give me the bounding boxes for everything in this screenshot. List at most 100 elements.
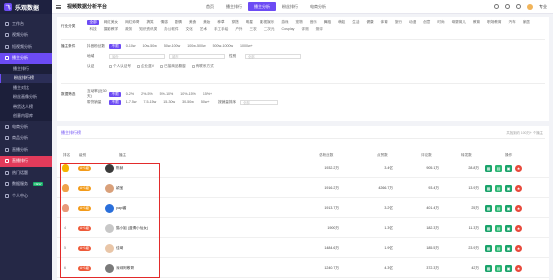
fans-chip[interactable]: 50w-100w — [161, 44, 182, 49]
sidebar-item-live[interactable]: 直播分析 — [0, 144, 52, 156]
sidebar-sub-5[interactable]: 创意内容库 — [0, 111, 52, 121]
sidebar-item-topics[interactable]: 热门话题 — [0, 167, 52, 179]
industry-chip[interactable]: 动漫 — [407, 20, 419, 25]
ratio-chip[interactable]: 15%+ — [200, 92, 214, 97]
top-nav-item[interactable]: 电商分析 — [304, 2, 332, 11]
column-header[interactable]: 点赞数 — [377, 153, 388, 158]
user-name[interactable]: 专业 — [539, 4, 547, 10]
industry-chip[interactable]: 二次元 — [261, 27, 277, 32]
checkbox-window[interactable]: 已接商品橱窗 — [160, 64, 186, 69]
detail-button[interactable]: ▣ — [505, 224, 512, 232]
checkbox-bluev[interactable]: 企业蓝V — [136, 64, 154, 69]
favorite-button[interactable]: ★ — [515, 264, 522, 272]
industry-chip[interactable]: 体育 — [378, 20, 390, 25]
industry-chip[interactable]: 明星 — [243, 20, 255, 25]
column-header[interactable]: 评论数 — [421, 153, 432, 158]
growth-chip[interactable]: 15-30w — [161, 100, 178, 105]
industry-chip[interactable]: 测评 — [313, 27, 325, 32]
industry-chip[interactable]: 摄影教学 — [101, 27, 120, 32]
logo[interactable]: 飞 乐观数据 — [0, 0, 52, 14]
ratio-chip[interactable]: 0-2% — [123, 92, 136, 97]
province-select[interactable]: 省份 — [109, 54, 165, 59]
industry-chip[interactable]: 网红帅哥 — [123, 20, 142, 25]
industry-chip[interactable]: 时尚 — [435, 20, 447, 25]
favorite-button[interactable]: ★ — [515, 204, 522, 212]
chart-button[interactable]: ▦ — [485, 164, 492, 172]
ratio-chip[interactable]: 5%-10% — [157, 92, 176, 97]
chart-button[interactable]: ▦ — [485, 224, 492, 232]
sidebar-item-data-service[interactable]: 数据服务 NEW — [0, 179, 52, 191]
industry-chip[interactable]: 影视娱乐 — [257, 20, 276, 25]
industry-chip[interactable]: 职场教育 — [485, 20, 504, 25]
compare-button[interactable]: ▤ — [495, 164, 502, 172]
chart-button[interactable]: ▦ — [485, 204, 492, 212]
industry-chip[interactable]: 宠物 — [293, 20, 305, 25]
bell-icon[interactable] — [516, 4, 521, 9]
gender-select[interactable]: 全部 — [245, 54, 301, 59]
industry-chip[interactable]: 家居 — [520, 20, 532, 25]
chart-button[interactable]: ▦ — [485, 264, 492, 272]
sidebar-item-creator[interactable]: 播主分析 — [0, 52, 52, 64]
chart-button[interactable]: ▦ — [485, 244, 492, 252]
column-header[interactable]: 总粉丝数 — [319, 153, 333, 158]
industry-chip[interactable]: 母婴育儿 — [449, 20, 468, 25]
industry-chip[interactable]: 教育 — [470, 20, 482, 25]
sidebar-item-goods[interactable]: 商品分析 — [0, 133, 52, 145]
sidebar-item-workbench[interactable]: 工作台 — [0, 18, 52, 30]
industry-chip[interactable]: 手工手绘 — [211, 27, 230, 32]
industry-chip[interactable]: 剧情 — [172, 20, 184, 25]
sidebar-item-short-video[interactable]: 短视频分析 — [0, 41, 52, 53]
checkbox-personal[interactable]: 个人认证号 — [109, 64, 131, 69]
industry-chip[interactable]: 全部 — [87, 20, 100, 25]
growth-chip[interactable]: 不限 — [109, 100, 122, 105]
industry-chip[interactable]: 户外 — [233, 27, 245, 32]
industry-chip[interactable]: 穿搭 — [229, 20, 241, 25]
checkbox-contact[interactable]: 有联系方式 — [191, 64, 214, 69]
chart-button[interactable]: ▦ — [485, 184, 492, 192]
sidebar-sub-3[interactable]: 粉丝画像分析 — [0, 92, 52, 102]
fans-chip[interactable]: 10w-50w — [140, 44, 159, 49]
industry-chip[interactable]: 音乐 — [307, 20, 319, 25]
industry-chip[interactable]: 评测 — [299, 27, 311, 32]
avatar[interactable] — [527, 3, 533, 10]
industry-chip[interactable]: 种草 — [215, 20, 227, 25]
industry-chip[interactable]: 办公软件 — [162, 27, 181, 32]
top-nav-item[interactable]: 首页 — [200, 2, 220, 11]
industry-chip[interactable]: 知识资讯类 — [137, 27, 160, 32]
compare-button[interactable]: ▤ — [495, 244, 502, 252]
menu-toggle-icon[interactable] — [56, 4, 61, 9]
detail-button[interactable]: ▣ — [505, 184, 512, 192]
industry-chip[interactable]: 科技 — [87, 27, 99, 32]
industry-chip[interactable]: 健康 — [364, 20, 376, 25]
favorite-button[interactable]: ★ — [515, 244, 522, 252]
sidebar-sub-4[interactable]: 带货达人榜 — [0, 102, 52, 112]
compare-button[interactable]: ▤ — [495, 184, 502, 192]
question-icon[interactable] — [494, 4, 499, 9]
sidebar-item-profile[interactable]: 个人中心 — [0, 190, 52, 202]
detail-button[interactable]: ▣ — [505, 264, 512, 272]
fans-chip[interactable]: 0-10w — [123, 44, 138, 49]
industry-chip[interactable]: 美食 — [187, 20, 199, 25]
industry-chip[interactable]: 旅行 — [392, 20, 404, 25]
top-nav-item[interactable]: 播主排行 — [220, 2, 248, 11]
fans-chip[interactable]: 500w-1000w — [210, 44, 235, 49]
city-select[interactable]: 城市 — [169, 54, 225, 59]
compare-button[interactable]: ▤ — [495, 264, 502, 272]
top-nav-item-active[interactable]: 播主分析 — [248, 2, 276, 11]
compare-button[interactable]: ▤ — [495, 204, 502, 212]
industry-chip[interactable]: Cosplay — [279, 27, 297, 32]
message-icon[interactable] — [505, 4, 510, 9]
column-header[interactable]: 转发数 — [461, 153, 472, 158]
ratio-chip[interactable]: 10%-15% — [178, 92, 199, 97]
detail-button[interactable]: ▣ — [505, 244, 512, 252]
industry-chip[interactable]: 搞笑 — [144, 20, 156, 25]
industry-chip[interactable]: 汽车 — [506, 20, 518, 25]
industry-chip[interactable]: 艺术 — [197, 27, 209, 32]
industry-chip[interactable]: 萌娃 — [336, 20, 348, 25]
industry-chip[interactable]: 情感 — [158, 20, 170, 25]
growth-chip[interactable]: 1-7.5w — [123, 100, 139, 105]
fans-chip[interactable]: 不限 — [109, 44, 122, 49]
industry-chip[interactable]: 创意 — [421, 20, 433, 25]
industry-chip[interactable]: 政务 — [123, 27, 135, 32]
industry-chip[interactable]: 游戏 — [279, 20, 291, 25]
